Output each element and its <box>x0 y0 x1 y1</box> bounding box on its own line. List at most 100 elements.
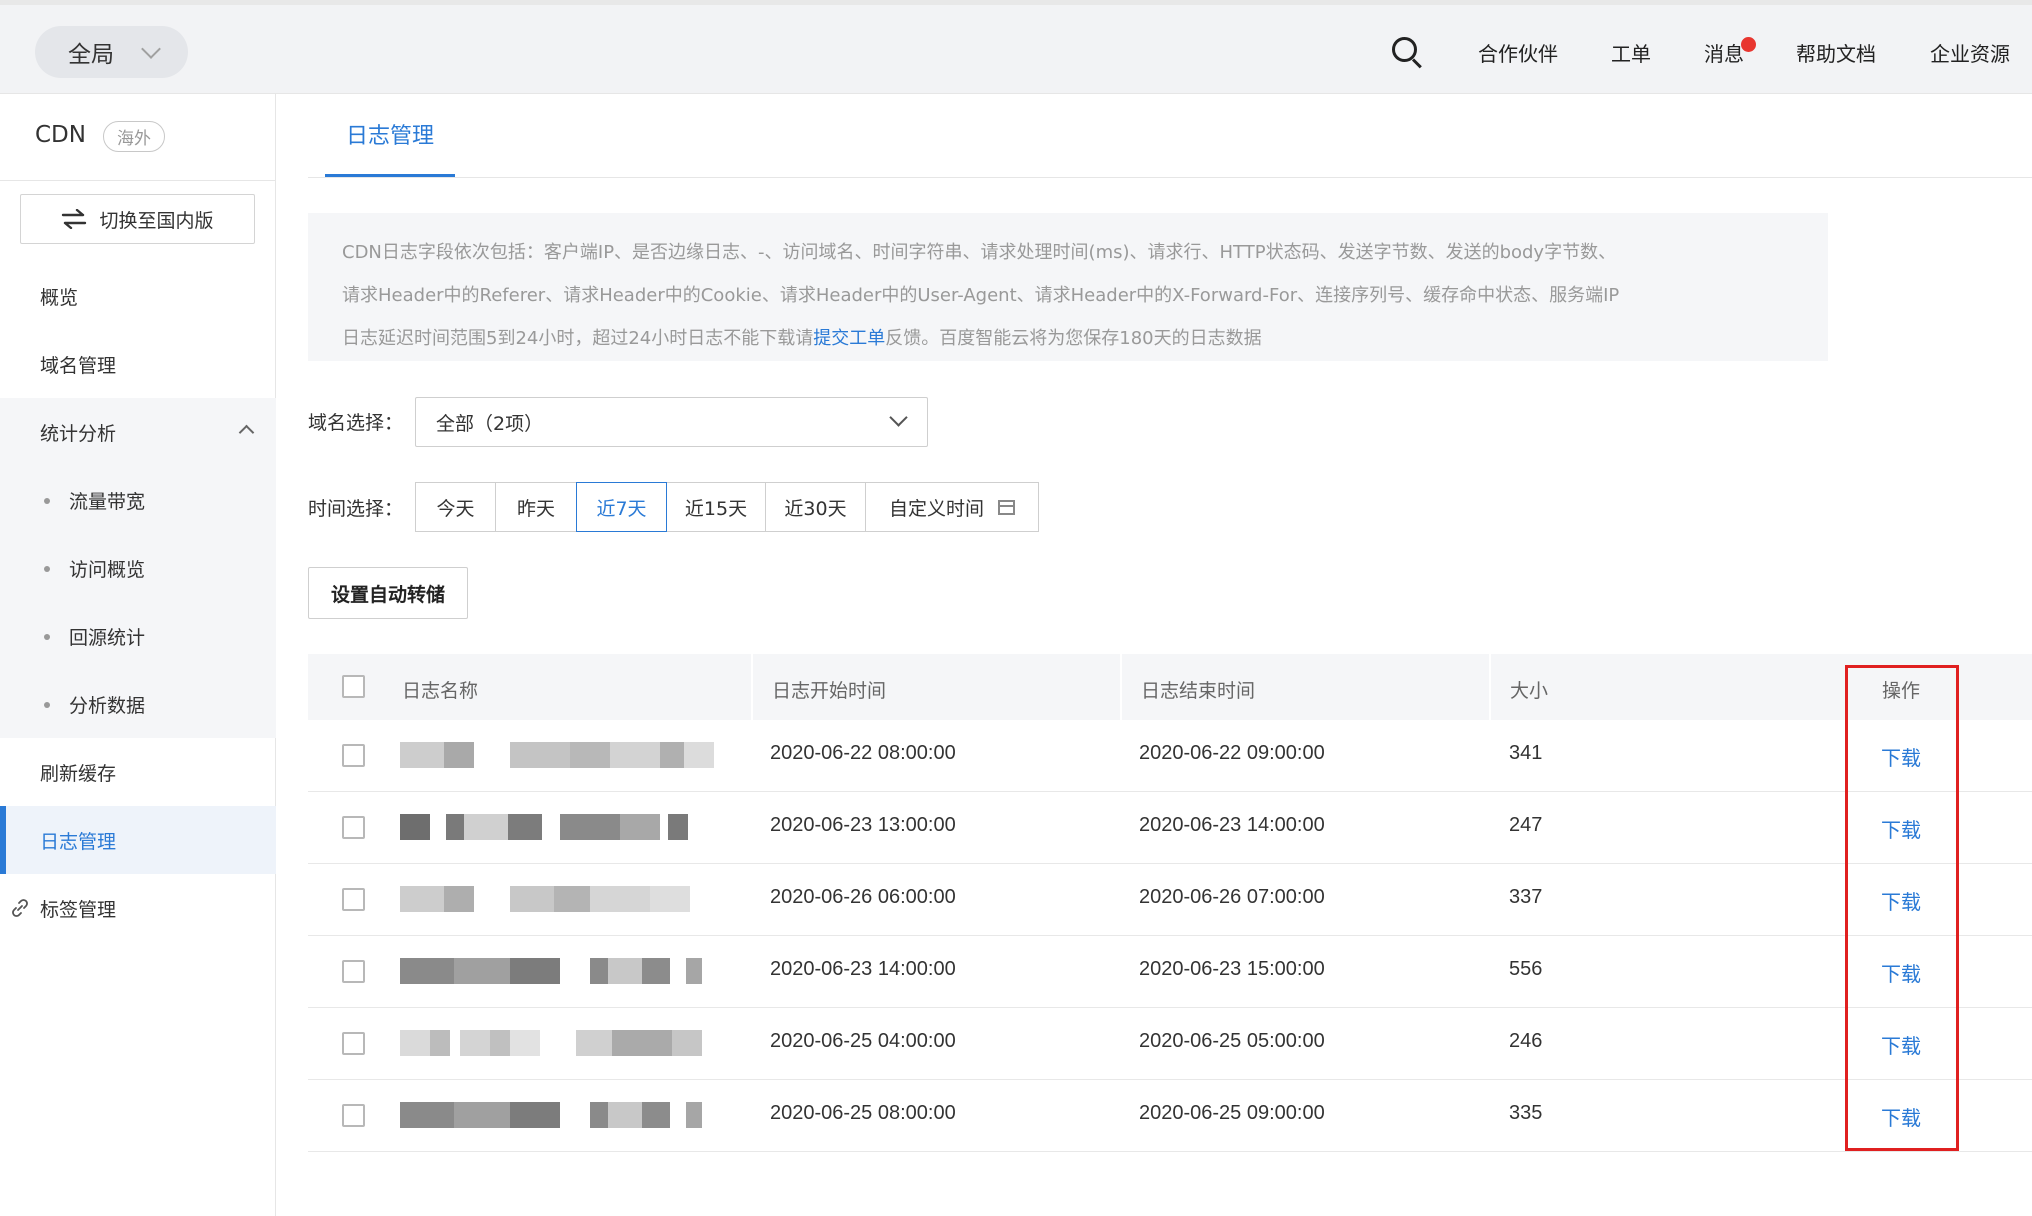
bullet-icon <box>44 566 50 572</box>
link-icon <box>12 899 28 917</box>
sidebar-item-analysis[interactable]: 分析数据 <box>0 670 276 738</box>
row-checkbox[interactable] <box>342 1104 365 1127</box>
redacted-log-name <box>400 1030 720 1056</box>
nav-enterprise-resources[interactable]: 企业资源 <box>1930 38 2010 67</box>
domain-select-label: 域名选择： <box>308 412 404 434</box>
sidebar-item-label: 日志管理 <box>40 830 117 853</box>
log-end-time: 2020-06-23 15:00:00 <box>1139 958 1325 980</box>
divider <box>0 180 276 181</box>
sidebar-item-label: 回源统计 <box>69 626 146 649</box>
sidebar-item-traffic[interactable]: 流量带宽 <box>0 466 276 534</box>
calendar-icon <box>998 499 1015 515</box>
log-end-time: 2020-06-25 05:00:00 <box>1139 1030 1325 1052</box>
notice-text: 反馈。百度智能云将为您保存180天的日志数据 <box>885 328 1262 349</box>
custom-time-label: 自定义时间 <box>888 497 984 520</box>
nav-partners[interactable]: 合作伙伴 <box>1478 38 1558 67</box>
redacted-log-name <box>400 958 720 984</box>
column-header-end: 日志结束时间 <box>1141 680 1256 702</box>
notification-dot <box>1741 37 1756 52</box>
sidebar-item-domains[interactable]: 域名管理 <box>0 330 276 398</box>
sidebar-item-refresh[interactable]: 刷新缓存 <box>0 738 276 806</box>
sidebar-item-label: 访问概览 <box>69 558 146 581</box>
log-start-time: 2020-06-23 14:00:00 <box>770 958 956 980</box>
column-header-size: 大小 <box>1510 680 1549 702</box>
log-start-time: 2020-06-25 08:00:00 <box>770 1102 956 1124</box>
notice-text: 日志延迟时间范围5到24小时，超过24小时日志不能下载请 <box>342 328 814 349</box>
active-indicator <box>0 806 6 874</box>
search-icon[interactable] <box>1392 37 1422 69</box>
time-option-yesterday[interactable]: 昨天 <box>495 482 577 532</box>
chevron-down-icon <box>889 408 908 427</box>
bullet-icon <box>44 498 50 504</box>
sidebar-item-stats[interactable]: 统计分析 <box>0 398 276 466</box>
table-row: 2020-06-23 13:00:00 2020-06-23 14:00:00 … <box>308 792 2032 864</box>
product-name: CDN <box>35 122 86 148</box>
table-row: 2020-06-23 14:00:00 2020-06-23 15:00:00 … <box>308 936 2032 1008</box>
log-start-time: 2020-06-25 04:00:00 <box>770 1030 956 1052</box>
sidebar-item-origin[interactable]: 回源统计 <box>0 602 276 670</box>
sidebar-item-overview[interactable]: 概览 <box>0 262 276 330</box>
auto-transfer-label: 设置自动转储 <box>330 583 445 606</box>
sidebar-item-tags[interactable]: 标签管理 <box>0 874 276 942</box>
table-row: 2020-06-26 06:00:00 2020-06-26 07:00:00 … <box>308 864 2032 936</box>
scope-selector[interactable]: 全局 <box>35 26 188 78</box>
column-separator <box>751 654 753 720</box>
notice-line: 请求Header中的Referer、请求Header中的Cookie、请求Hea… <box>342 285 1620 306</box>
time-option-30-days[interactable]: 近30天 <box>765 482 866 532</box>
sidebar: CDN 海外 切换至国内版 概览 域名管理 统计分析 流量带宽 访问概览 回源统… <box>0 94 276 1216</box>
auto-transfer-button[interactable]: 设置自动转储 <box>308 567 468 619</box>
row-checkbox[interactable] <box>342 888 365 911</box>
sidebar-item-visits[interactable]: 访问概览 <box>0 534 276 602</box>
row-checkbox[interactable] <box>342 960 365 983</box>
log-start-time: 2020-06-22 08:00:00 <box>770 742 956 764</box>
info-notice: CDN日志字段依次包括：客户端IP、是否边缘日志、-、访问域名、时间字符串、请求… <box>308 213 1828 361</box>
swap-icon <box>62 209 87 229</box>
switch-region-button[interactable]: 切换至国内版 <box>20 194 255 244</box>
row-checkbox[interactable] <box>342 1032 365 1055</box>
redacted-log-name <box>400 1102 720 1128</box>
tab-log-management[interactable]: 日志管理 <box>325 94 455 178</box>
domain-select-value: 全部（2项） <box>436 412 544 435</box>
nav-tickets[interactable]: 工单 <box>1611 38 1651 67</box>
top-bar: 全局 合作伙伴 工单 消息 帮助文档 企业资源 <box>0 0 2032 94</box>
log-end-time: 2020-06-23 14:00:00 <box>1139 814 1325 836</box>
select-all-checkbox[interactable] <box>342 675 365 698</box>
time-option-15-days[interactable]: 近15天 <box>666 482 766 532</box>
notice-line: CDN日志字段依次包括：客户端IP、是否边缘日志、-、访问域名、时间字符串、请求… <box>342 242 1617 263</box>
submit-ticket-link[interactable]: 提交工单 <box>813 328 885 349</box>
table-header: 日志名称 日志开始时间 日志结束时间 大小 操作 <box>308 654 2032 720</box>
tab-label: 日志管理 <box>345 124 434 149</box>
sidebar-item-logs[interactable]: 日志管理 <box>0 806 276 874</box>
time-option-today[interactable]: 今天 <box>415 482 496 532</box>
region-tag: 海外 <box>103 121 165 152</box>
redacted-log-name <box>400 814 720 840</box>
bullet-icon <box>44 702 50 708</box>
table-row: 2020-06-25 04:00:00 2020-06-25 05:00:00 … <box>308 1008 2032 1080</box>
log-size: 246 <box>1509 1030 1543 1052</box>
nav-messages[interactable]: 消息 <box>1704 38 1744 67</box>
nav-help-docs[interactable]: 帮助文档 <box>1796 38 1876 67</box>
domain-select[interactable]: 全部（2项） <box>415 397 928 447</box>
column-separator <box>1120 654 1122 720</box>
column-header-start: 日志开始时间 <box>772 680 887 702</box>
scope-label: 全局 <box>68 42 114 68</box>
table-row: 2020-06-25 08:00:00 2020-06-25 09:00:00 … <box>308 1080 2032 1152</box>
column-separator <box>1489 654 1491 720</box>
log-start-time: 2020-06-26 06:00:00 <box>770 886 956 908</box>
log-end-time: 2020-06-26 07:00:00 <box>1139 886 1325 908</box>
chevron-up-icon <box>238 424 255 441</box>
log-end-time: 2020-06-25 09:00:00 <box>1139 1102 1325 1124</box>
row-checkbox[interactable] <box>342 816 365 839</box>
row-checkbox[interactable] <box>342 744 365 767</box>
redacted-log-name <box>400 886 720 912</box>
time-select-label: 时间选择： <box>308 498 404 520</box>
redacted-log-name <box>400 742 720 768</box>
time-option-7-days[interactable]: 近7天 <box>576 482 667 532</box>
log-size: 556 <box>1509 958 1543 980</box>
table-row: 2020-06-22 08:00:00 2020-06-22 09:00:00 … <box>308 720 2032 792</box>
time-option-custom[interactable]: 自定义时间 <box>865 482 1039 532</box>
bullet-icon <box>44 634 50 640</box>
sidebar-item-label: 分析数据 <box>69 694 146 717</box>
sidebar-item-label: 概览 <box>40 286 79 309</box>
chevron-down-icon <box>141 39 161 59</box>
